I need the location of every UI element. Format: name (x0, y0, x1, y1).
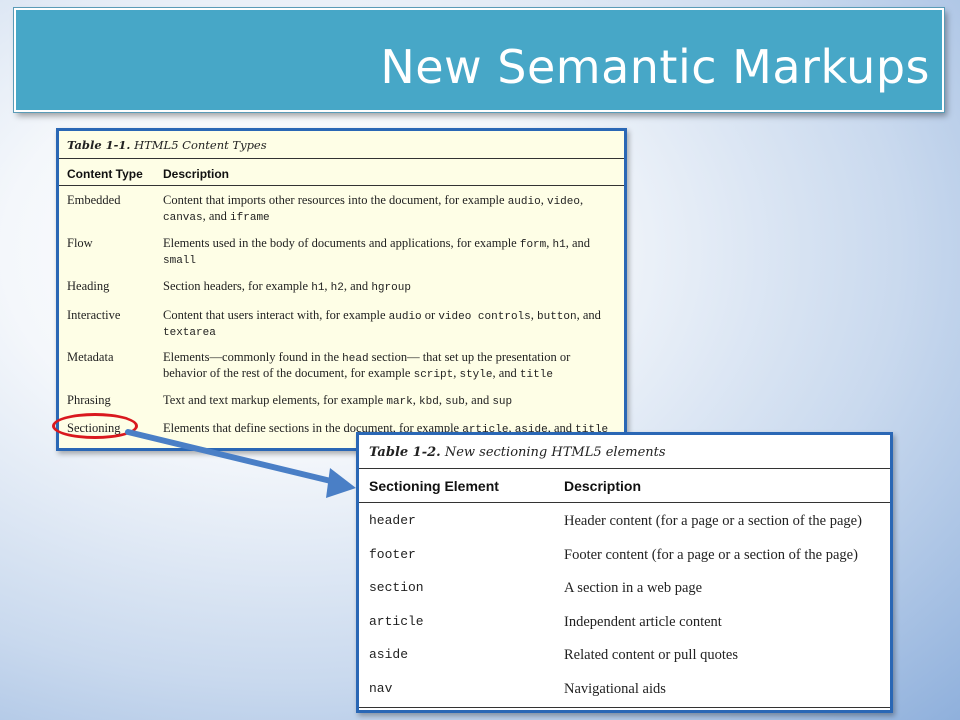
pointer-arrow-icon (125, 429, 356, 498)
